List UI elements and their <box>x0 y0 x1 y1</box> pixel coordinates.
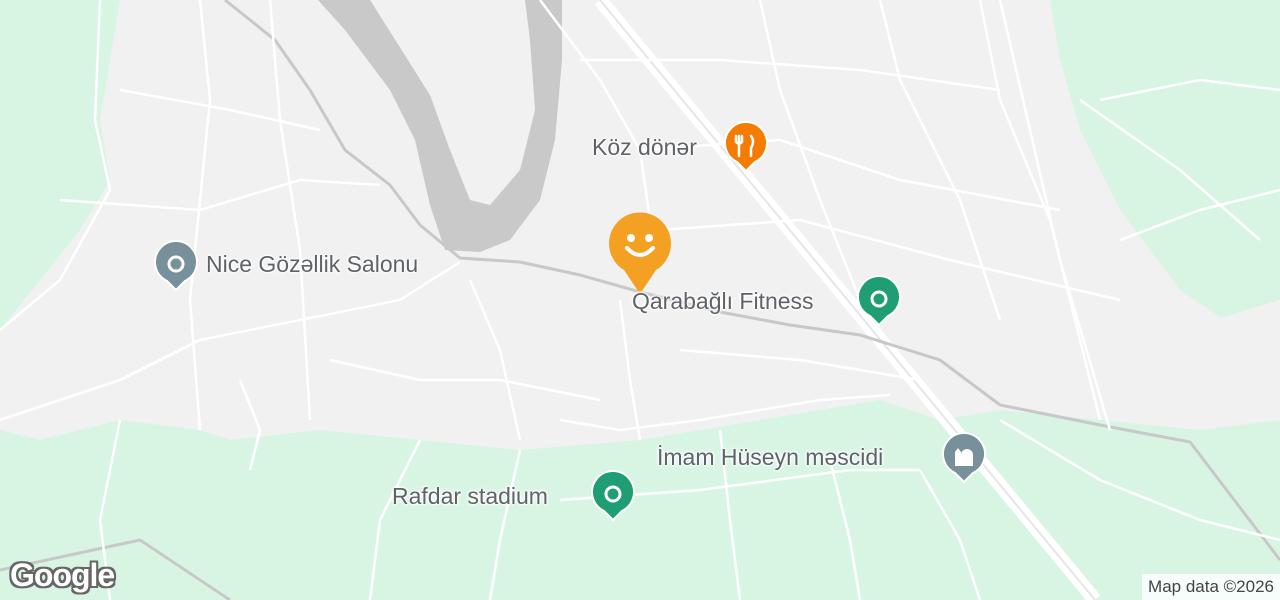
poi-label: Nice Gözəllik Salonu <box>206 251 419 277</box>
mosque-marker[interactable] <box>942 432 986 484</box>
poi-label: İmam Hüseyn məscidi <box>657 444 884 470</box>
map-attribution[interactable]: Map data ©2026 <box>1142 574 1280 600</box>
poi-label: Qarabağlı Fitness <box>632 288 814 314</box>
poi-label: Köz dönər <box>592 134 697 160</box>
poi-rafdar-stadium[interactable]: Rafdar stadium <box>392 483 548 510</box>
poi-koz-doner[interactable]: Köz dönər <box>592 134 697 161</box>
google-logo: Google <box>10 557 115 593</box>
poi-imam-huseyn-mescidi[interactable]: İmam Hüseyn məscidi <box>657 444 883 471</box>
poi-label: Rafdar stadium <box>392 483 548 509</box>
poi-qarabagli-fitness[interactable]: Qarabağlı Fitness <box>632 288 814 315</box>
stadium-marker[interactable] <box>591 470 635 522</box>
stadium-icon <box>591 470 635 522</box>
poi-nice-gozellik-salonu[interactable]: Nice Gözəllik Salonu <box>206 251 418 278</box>
